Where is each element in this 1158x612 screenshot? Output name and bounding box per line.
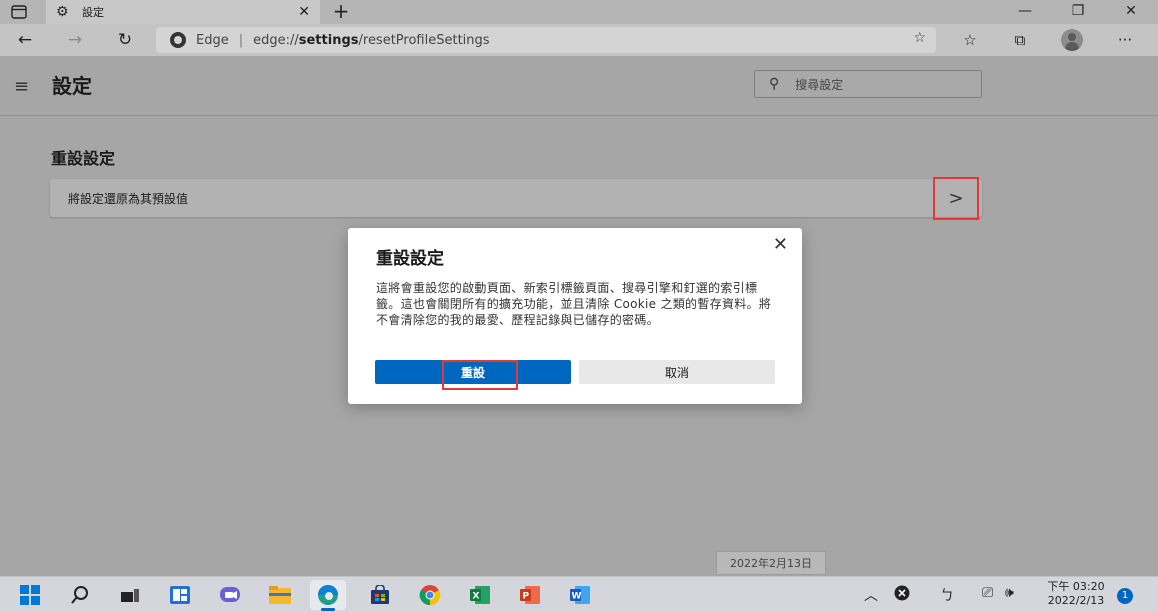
dialog-title: 重設設定 [376,249,444,269]
store-button[interactable] [366,583,394,607]
collections-icon[interactable]: ⧉ [1005,27,1035,53]
taskbar: X P W ︿ ㄅ ⎚ 🕪 下午 03:20 2022/2/13 1 [0,576,1158,612]
site-label: Edge [196,32,229,48]
gear-icon: ⚙ [56,4,69,20]
network-icon[interactable]: ⎚ [982,585,993,601]
back-button[interactable]: ← [10,27,40,53]
clock[interactable]: 下午 03:20 2022/2/13 [1040,580,1112,608]
address-separator: | [238,32,244,48]
minimize-button[interactable]: — [1000,0,1050,24]
edge-icon [318,585,338,605]
input-method-icon[interactable]: ㄅ [940,585,954,605]
reset-row-label: 將設定還原為其預設值 [68,192,189,206]
search-input[interactable]: ⚲ 搜尋設定 [754,70,982,98]
more-options-icon[interactable]: ··· [1110,27,1140,53]
date-tooltip: 2022年2月13日 [716,551,826,575]
close-circle-icon [894,585,910,601]
excel-icon: X [470,586,490,604]
hamburger-menu-icon[interactable]: ≡ [14,76,29,97]
widgets-button[interactable] [166,583,194,607]
profile-avatar[interactable] [1061,29,1083,51]
store-icon [371,585,389,604]
security-alert-icon[interactable] [894,585,910,605]
search-taskbar-button[interactable] [66,583,94,607]
navigation-bar: ← → ↻ Edge | edge://settings/resetProfil… [0,24,1158,56]
svg-text:X: X [473,592,480,602]
chrome-icon [419,585,441,606]
forward-button[interactable]: → [60,27,90,53]
reset-settings-row[interactable]: 將設定還原為其預設值 > [50,177,982,220]
reset-row-arrow[interactable]: > [933,177,979,220]
page-title: 設定 [52,74,92,98]
cancel-button[interactable]: 取消 [579,360,775,384]
chat-icon [220,587,240,602]
close-tab-icon[interactable]: ✕ [298,4,310,20]
word-button[interactable]: W [566,583,594,607]
task-view-icon [121,589,139,602]
edge-taskbar-button[interactable] [314,583,342,607]
reset-button-highlight [442,360,518,390]
windows-logo-icon [20,585,40,605]
settings-header: ≡ 設定 ⚲ 搜尋設定 [0,56,1158,116]
section-title: 重設設定 [51,149,116,168]
volume-icon[interactable]: 🕪 [1005,585,1014,601]
address-bar[interactable]: Edge | edge://settings/resetProfileSetti… [156,27,936,53]
svg-text:P: P [523,592,530,602]
folder-icon [269,586,291,604]
chevron-right-icon: > [948,188,964,209]
restore-button[interactable]: ❐ [1053,0,1103,24]
new-tab-button[interactable]: + [328,0,354,24]
url-suffix: /resetProfileSettings [358,32,490,48]
chat-button[interactable] [216,583,244,607]
word-icon: W [570,586,590,604]
add-favorite-icon[interactable]: ☆ [913,30,926,46]
file-explorer-button[interactable] [266,583,294,607]
tab-settings[interactable]: ⚙ 設定 ✕ [46,0,320,24]
search-placeholder: 搜尋設定 [795,77,844,92]
notification-badge[interactable]: 1 [1117,588,1133,604]
powerpoint-button[interactable]: P [516,583,544,607]
dialog-body: 這將會重設您的啟動頁面、新索引標籤頁面、搜尋引擎和釘選的索引標籤。這也會關閉所有… [376,281,772,327]
reset-dialog: ✕ 重設設定 這將會重設您的啟動頁面、新索引標籤頁面、搜尋引擎和釘選的索引標籤。… [348,228,802,404]
search-icon: ⚲ [769,76,780,92]
excel-button[interactable]: X [466,583,494,607]
search-icon [71,586,88,604]
chevron-up-icon[interactable]: ︿ [864,585,878,605]
url-text: edge://settings/resetProfileSettings [253,33,489,48]
powerpoint-icon: P [520,586,540,604]
favorites-icon[interactable]: ☆ [955,27,985,53]
widgets-icon [170,586,190,604]
start-button[interactable] [16,583,44,607]
tab-actions-button[interactable] [4,2,34,22]
clock-date: 2022/2/13 [1047,594,1105,607]
clock-time: 下午 03:20 [1047,580,1105,593]
tab-strip: ⚙ 設定 ✕ + — ❐ ✕ [0,0,1158,24]
tab-actions-icon [11,5,27,19]
close-window-button[interactable]: ✕ [1106,0,1156,24]
svg-text:W: W [572,592,582,602]
edge-logo-icon [170,32,186,48]
tab-title: 設定 [82,6,104,19]
chrome-button[interactable] [416,583,444,607]
close-icon[interactable]: ✕ [773,234,788,255]
refresh-button[interactable]: ↻ [110,27,140,53]
active-indicator [321,608,335,611]
url-bold: settings [298,32,359,48]
task-view-button[interactable] [116,583,144,607]
url-prefix: edge:// [253,32,299,48]
